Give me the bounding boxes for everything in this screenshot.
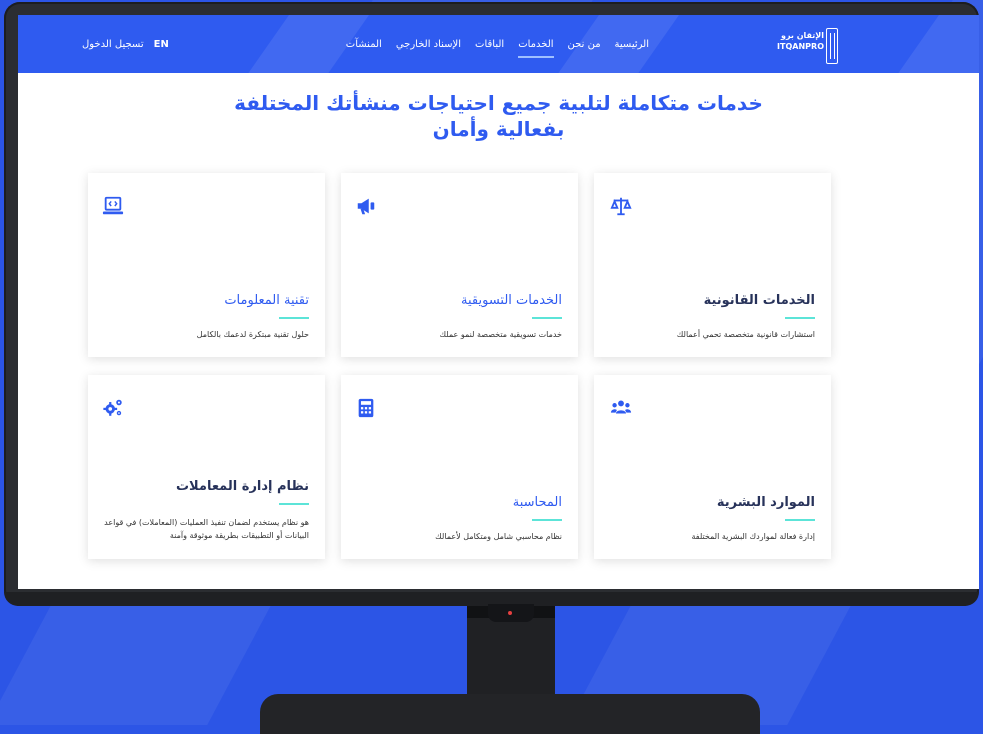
card-accent-line bbox=[532, 519, 562, 521]
calculator-icon bbox=[358, 398, 374, 418]
nav-link-home[interactable]: الرئيسية bbox=[615, 39, 649, 50]
logo-arabic-text: الإتقان برو bbox=[780, 31, 824, 40]
gears-icon bbox=[103, 399, 122, 416]
card-title: الخدمات القانونية bbox=[703, 293, 815, 308]
nav-link-services[interactable]: الخدمات bbox=[518, 39, 554, 58]
service-card-transactions[interactable]: نظام إدارة المعاملات هو نظام يستخدم لضما… bbox=[88, 375, 325, 559]
service-card-legal[interactable]: الخدمات القانونية استشارات قانونية متخصص… bbox=[594, 173, 831, 357]
service-card-marketing[interactable]: الخدمات التسويقية خدمات تسويقية متخصصة ل… bbox=[341, 173, 578, 357]
hero-heading: خدمات متكاملة لتلبية جميع احتياجات منشأت… bbox=[18, 90, 979, 142]
card-title: الخدمات التسويقية bbox=[461, 293, 562, 308]
power-led bbox=[508, 611, 512, 615]
laptop-code-icon bbox=[102, 196, 124, 215]
hero-line-2: بفعالية وأمان bbox=[432, 117, 565, 141]
card-accent-line bbox=[279, 503, 309, 505]
top-navbar: الإتقان برو ITQANPRO الرئيسية من نحن الخ… bbox=[18, 15, 979, 73]
card-description: هو نظام يستخدم لضمان تنفيذ العمليات (الم… bbox=[104, 518, 309, 540]
card-title: المحاسبة bbox=[512, 495, 562, 510]
card-title: نظام إدارة المعاملات bbox=[175, 479, 309, 494]
nav-link-facilities[interactable]: المنشآت bbox=[346, 39, 382, 50]
language-switch[interactable]: EN bbox=[154, 39, 169, 50]
service-card-hr[interactable]: الموارد البشرية إدارة فعالة لمواردك البش… bbox=[594, 375, 831, 559]
navbar-stripe bbox=[889, 15, 979, 73]
card-description: إدارة فعالة لمواردك البشرية المختلفة bbox=[691, 532, 815, 541]
scale-icon bbox=[610, 197, 632, 216]
card-description: نظام محاسبي شامل ومتكامل لأعمالك bbox=[435, 532, 562, 541]
auth-area: تسجيل الدخول EN bbox=[82, 39, 169, 50]
hero-line-1: خدمات متكاملة لتلبية جميع احتياجات منشأت… bbox=[234, 91, 763, 115]
logo-latin-text: ITQANPRO bbox=[777, 42, 824, 51]
nav-link-packages[interactable]: الباقات bbox=[475, 39, 504, 50]
card-title: الموارد البشرية bbox=[716, 495, 815, 510]
nav-link-outsourcing[interactable]: الإسناد الخارجي bbox=[396, 39, 461, 50]
card-description: حلول تقنية مبتكرة لدعمك بالكامل bbox=[196, 330, 309, 339]
login-link[interactable]: تسجيل الدخول bbox=[82, 39, 144, 50]
card-description: استشارات قانونية متخصصة تحمي أعمالك bbox=[676, 330, 815, 339]
service-card-accounting[interactable]: المحاسبة نظام محاسبي شامل ومتكامل لأعمال… bbox=[341, 375, 578, 559]
screen: الإتقان برو ITQANPRO الرئيسية من نحن الخ… bbox=[18, 15, 979, 589]
site-logo[interactable]: الإتقان برو ITQANPRO bbox=[758, 28, 838, 64]
card-accent-line bbox=[785, 317, 815, 319]
card-accent-line bbox=[785, 519, 815, 521]
card-title: تقنية المعلومات bbox=[224, 293, 309, 308]
card-accent-line bbox=[532, 317, 562, 319]
users-icon bbox=[610, 400, 632, 414]
card-accent-line bbox=[279, 317, 309, 319]
card-description: خدمات تسويقية متخصصة لنمو عملك bbox=[439, 330, 562, 339]
megaphone-icon bbox=[357, 198, 375, 215]
main-navigation: الرئيسية من نحن الخدمات الباقات الإسناد … bbox=[346, 39, 649, 58]
logo-mark-icon bbox=[826, 28, 838, 64]
service-card-it[interactable]: تقنية المعلومات حلول تقنية مبتكرة لدعمك … bbox=[88, 173, 325, 357]
monitor-sensor bbox=[488, 604, 534, 622]
monitor-base bbox=[260, 694, 760, 734]
nav-link-about[interactable]: من نحن bbox=[568, 39, 601, 50]
